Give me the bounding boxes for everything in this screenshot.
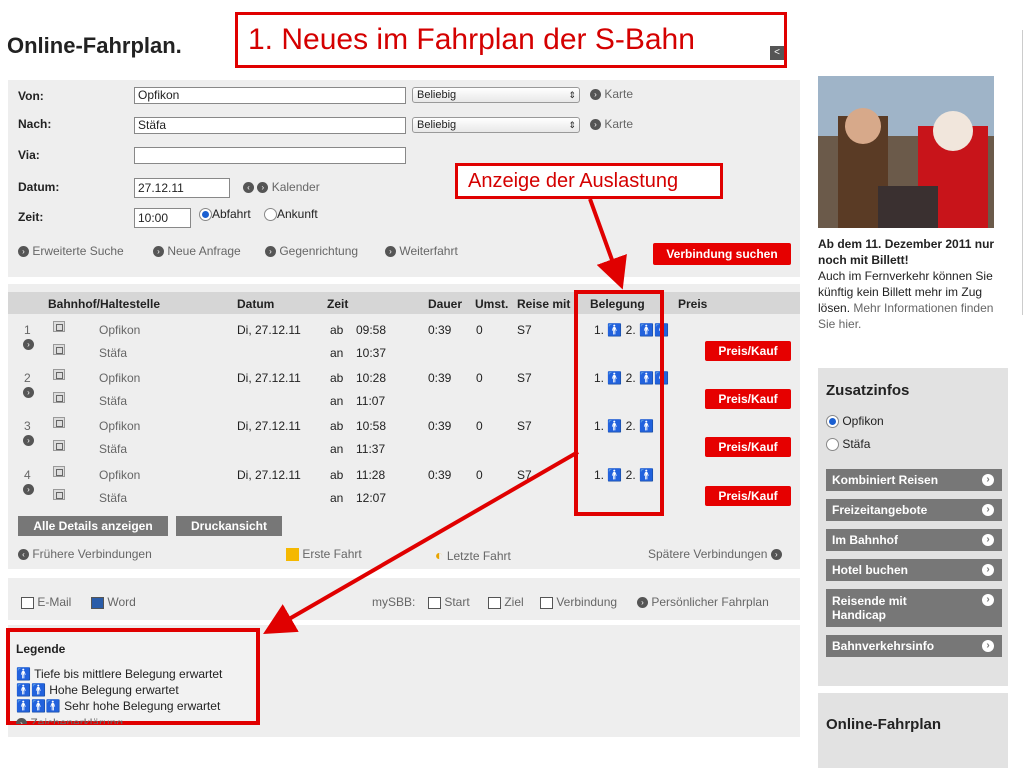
sidebar-leisure[interactable]: Freizeitangebote › xyxy=(826,499,1002,521)
sidebar-radio-to[interactable]: Stäfa xyxy=(826,437,871,452)
sidebar-hotel[interactable]: Hotel buchen › xyxy=(826,559,1002,581)
expand-icon: › xyxy=(982,594,994,606)
radio-empty-icon xyxy=(826,438,839,452)
expand-icon: › xyxy=(982,564,994,576)
sidebar-btn-label: Bahnverkehrsinfo xyxy=(832,639,935,653)
sidebar-radio-to-label: Stäfa xyxy=(842,437,871,451)
sidebar-btn-label: Freizeitangebote xyxy=(832,503,928,517)
promo-headline: Ab dem 11. Dezember 2011 nur noch mit Bi… xyxy=(818,237,995,267)
sidebar-handicap[interactable]: Reisende mit Handicap › xyxy=(826,589,1002,627)
arrow-to-legend xyxy=(263,450,580,635)
arrow-to-occupancy xyxy=(588,198,627,290)
right-edge-divider xyxy=(1022,30,1023,315)
radio-selected-icon xyxy=(826,415,839,429)
sidebar-in-station[interactable]: Im Bahnhof › xyxy=(826,529,1002,551)
sidebar-btn-label: Kombiniert Reisen xyxy=(832,473,939,487)
sidebar-title: Zusatzinfos xyxy=(826,382,910,399)
promo-image[interactable] xyxy=(818,76,994,228)
sidebar-rail-traffic-info[interactable]: Bahnverkehrsinfo › xyxy=(826,635,1002,657)
sidebar-btn-label: Hotel buchen xyxy=(832,563,909,577)
sidebar-bottom-title: Online-Fahrplan xyxy=(826,716,942,733)
promo-body: Auch im Fernverkehr können Sie künftig k… xyxy=(818,268,1008,332)
sidebar-radio-from-label: Opfikon xyxy=(842,414,884,428)
expand-icon: › xyxy=(982,640,994,652)
expand-icon: › xyxy=(982,474,994,486)
sidebar-btn-label: Reisende mit Handicap xyxy=(832,594,907,622)
expand-icon: › xyxy=(982,534,994,546)
sidebar-btn-label: Im Bahnhof xyxy=(832,533,898,547)
sidebar-combined-travel[interactable]: Kombiniert Reisen › xyxy=(826,469,1002,491)
sidebar-radio-from[interactable]: Opfikon xyxy=(826,414,884,429)
expand-icon: › xyxy=(982,504,994,516)
promo-photo-icon xyxy=(818,76,994,228)
